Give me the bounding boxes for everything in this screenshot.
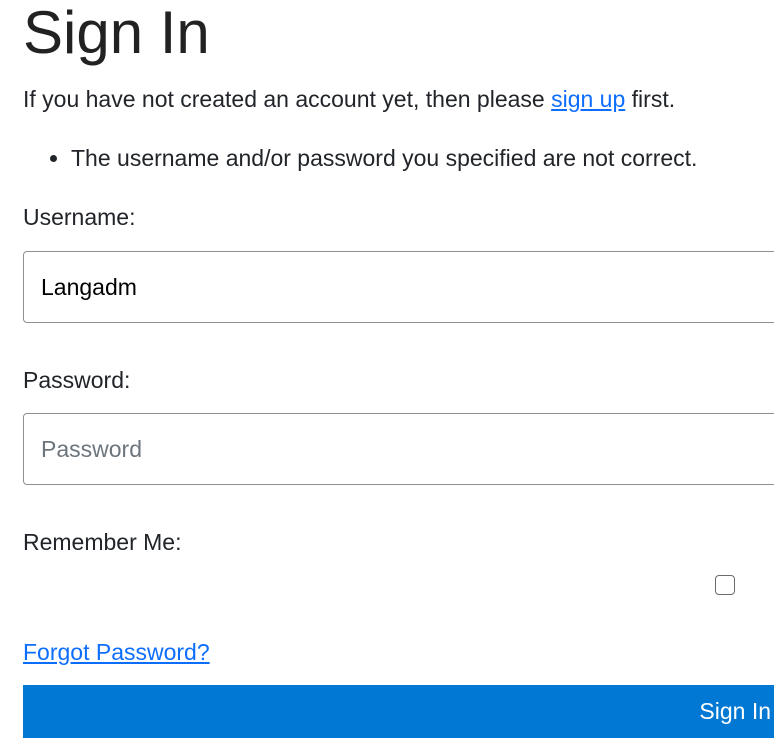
forgot-password-link[interactable]: Forgot Password? — [23, 637, 210, 667]
password-label: Password: — [23, 367, 131, 393]
sign-in-button[interactable]: Sign In — [23, 685, 774, 738]
username-label: Username: — [23, 204, 136, 230]
sign-up-link[interactable]: sign up — [551, 86, 625, 112]
remember-me-checkbox[interactable] — [715, 575, 735, 595]
page-title: Sign In — [23, 0, 210, 66]
error-message: The username and/or password you specifi… — [71, 143, 697, 173]
intro-text-after: first. — [625, 86, 676, 112]
validation-errors: The username and/or password you specifi… — [23, 143, 697, 173]
intro-text-before: If you have not created an account yet, … — [23, 86, 552, 112]
username-input[interactable] — [23, 251, 774, 323]
password-input[interactable] — [23, 413, 774, 485]
remember-me-label: Remember Me: — [23, 529, 182, 555]
sign-in-page: Sign In If you have not created an accou… — [0, 0, 774, 738]
intro-text: If you have not created an account yet, … — [23, 84, 675, 114]
